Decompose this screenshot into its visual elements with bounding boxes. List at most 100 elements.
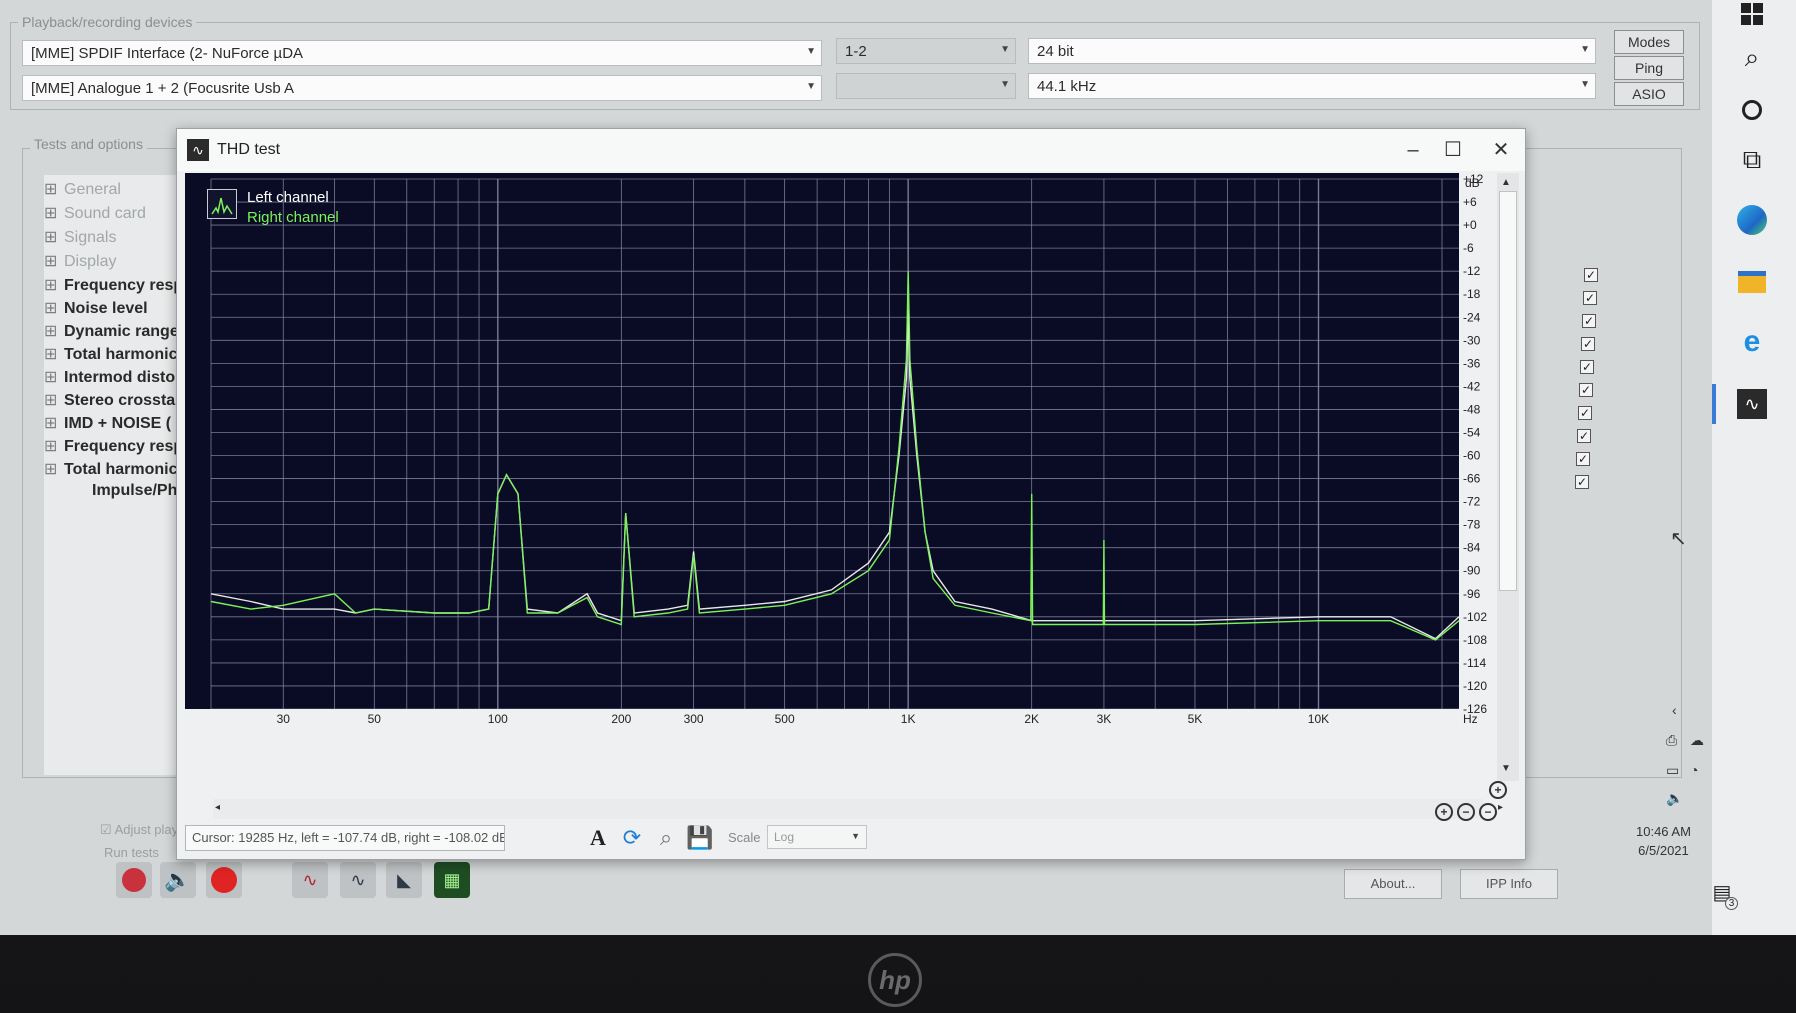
- expand-icon[interactable]: ⊞: [44, 251, 58, 271]
- expand-icon[interactable]: ⊞: [44, 413, 58, 433]
- y-tick-label: -90: [1463, 564, 1481, 578]
- tree-item-noise-level[interactable]: ⊞ Noise level: [44, 298, 148, 318]
- zoom-in-icon[interactable]: +: [1435, 803, 1453, 821]
- channels-select[interactable]: 1-2 ▼: [836, 38, 1016, 64]
- file-explorer-icon[interactable]: [1732, 262, 1772, 302]
- rmaa-app-icon[interactable]: ∿: [1732, 384, 1772, 424]
- compare-icon[interactable]: ◣: [386, 862, 422, 898]
- expand-icon[interactable]: ⊞: [44, 203, 58, 223]
- sample-rate-value: 44.1 kHz: [1037, 78, 1097, 95]
- tree-item-sound-card[interactable]: ⊞ Sound card: [44, 203, 146, 223]
- tree-item-label: Stereo crossta: [64, 392, 176, 409]
- search-icon[interactable]: ⌕: [1732, 38, 1772, 78]
- tree-item-frequency-response-2[interactable]: ⊞ Frequency resp: [44, 436, 183, 456]
- spectrum-plot[interactable]: +12 +6 +0 -6 -12 -18 -24 -30 -36 -42 -48 -54 -60 -66-…: [185, 172, 1495, 781]
- refresh-icon[interactable]: ⟳: [617, 823, 647, 853]
- oscilloscope-icon[interactable]: ∿: [340, 862, 376, 898]
- test-checkbox[interactable]: ✓: [1577, 429, 1591, 443]
- about-button[interactable]: About...: [1344, 869, 1442, 899]
- scroll-down-icon[interactable]: ▼: [1501, 763, 1511, 774]
- volume-icon[interactable]: 🔈: [1666, 790, 1683, 807]
- expand-icon[interactable]: ⊞: [44, 459, 58, 479]
- magnifier-icon[interactable]: ⌕: [651, 823, 681, 853]
- expand-icon[interactable]: ⊞: [44, 275, 58, 295]
- channels-select-2[interactable]: ▼: [836, 73, 1016, 99]
- scroll-up-icon[interactable]: ▲: [1501, 177, 1511, 188]
- test-checkbox[interactable]: ✓: [1578, 406, 1592, 420]
- expand-icon[interactable]: ⊞: [44, 390, 58, 410]
- show-hidden-icons-icon[interactable]: ‹: [1672, 702, 1677, 718]
- notifications-icon[interactable]: ▤ 3: [1702, 872, 1742, 912]
- y-tick-label: -84: [1463, 541, 1481, 555]
- task-view-icon[interactable]: ⧉: [1732, 140, 1772, 180]
- cortana-icon[interactable]: [1732, 90, 1772, 130]
- tree-item-total-harmonic-2[interactable]: ⊞ Total harmonic: [44, 459, 178, 479]
- record-icon[interactable]: [206, 862, 242, 898]
- system-clock[interactable]: 10:46 AM 6/5/2021: [1636, 822, 1691, 860]
- expand-icon[interactable]: ⊞: [44, 298, 58, 318]
- scale-select[interactable]: Log ▼: [767, 825, 867, 849]
- thd-window-titlebar[interactable]: ∿ THD test – ☐ ✕: [177, 129, 1525, 171]
- test-checkbox[interactable]: ✓: [1576, 452, 1590, 466]
- tree-item-imd-noise[interactable]: ⊞ IMD + NOISE (: [44, 413, 171, 433]
- font-icon[interactable]: A: [583, 823, 613, 853]
- horizontal-scrollbar[interactable]: ◂ ▸: [213, 799, 1503, 819]
- expand-icon[interactable]: ⊞: [44, 344, 58, 364]
- battery-icon[interactable]: ▭: [1666, 762, 1679, 779]
- internet-explorer-icon[interactable]: e: [1732, 322, 1772, 362]
- windows-start-icon[interactable]: [1732, 0, 1772, 34]
- asio-button[interactable]: ASIO: [1614, 82, 1684, 106]
- ipp-info-button[interactable]: IPP Info: [1460, 869, 1558, 899]
- spectrum-icon[interactable]: ▦: [434, 862, 470, 898]
- tree-item-frequency-response[interactable]: ⊞ Frequency resp: [44, 275, 183, 295]
- tree-item-dynamic-range[interactable]: ⊞ Dynamic range: [44, 321, 179, 341]
- scroll-right-icon[interactable]: ▸: [1498, 802, 1503, 813]
- x-tick-label: 10K: [1308, 712, 1329, 726]
- expand-icon[interactable]: ⊞: [44, 227, 58, 247]
- playback-device-select[interactable]: [MME] SPDIF Interface (2- NuForce µDA ▼: [22, 40, 822, 66]
- tree-item-general[interactable]: ⊞ General: [44, 179, 121, 199]
- y-tick-label: -54: [1463, 425, 1481, 439]
- test-checkbox[interactable]: ✓: [1580, 360, 1594, 374]
- modes-button[interactable]: Modes: [1614, 30, 1684, 54]
- zoom-out-icon[interactable]: −: [1457, 803, 1475, 821]
- tree-item-stereo-crosstalk[interactable]: ⊞ Stereo crossta: [44, 390, 175, 410]
- tree-item-total-harmonic[interactable]: ⊞ Total harmonic: [44, 344, 178, 364]
- meet-now-icon[interactable]: ⎙: [1666, 732, 1677, 749]
- clock-time: 10:46 AM: [1636, 824, 1691, 839]
- close-button[interactable]: ✕: [1481, 135, 1521, 165]
- scroll-thumb[interactable]: [1499, 191, 1517, 591]
- test-checkbox[interactable]: ✓: [1584, 268, 1598, 282]
- vertical-scrollbar[interactable]: ▲ ▼: [1497, 173, 1519, 781]
- expand-icon[interactable]: ⊞: [44, 367, 58, 387]
- maximize-button[interactable]: ☐: [1433, 135, 1473, 165]
- test-checkbox[interactable]: ✓: [1581, 337, 1595, 351]
- run-playback-record-icon[interactable]: [116, 862, 152, 898]
- test-checkbox[interactable]: ✓: [1582, 314, 1596, 328]
- speaker-icon[interactable]: 🔈: [160, 862, 196, 898]
- zoom-fit-icon[interactable]: +: [1489, 781, 1507, 799]
- recording-device-select[interactable]: [MME] Analogue 1 + 2 (Focusrite Usb A ▼: [22, 75, 822, 101]
- sample-rate-select[interactable]: 44.1 kHz ▼: [1028, 73, 1596, 99]
- tree-item-signals[interactable]: ⊞ Signals: [44, 227, 116, 247]
- waveform-analysis-icon[interactable]: ∿: [292, 862, 328, 898]
- chevron-down-icon: ▼: [1000, 79, 1010, 90]
- expand-icon[interactable]: ⊞: [44, 436, 58, 456]
- wifi-icon[interactable]: ◔: [1690, 762, 1698, 778]
- bit-depth-select[interactable]: 24 bit ▼: [1028, 38, 1596, 64]
- tree-item-intermod-distortion[interactable]: ⊞ Intermod disto: [44, 367, 175, 387]
- scroll-left-icon[interactable]: ◂: [215, 802, 220, 813]
- minimize-button[interactable]: –: [1393, 135, 1433, 165]
- expand-icon[interactable]: ⊞: [44, 179, 58, 199]
- edge-browser-icon[interactable]: [1732, 200, 1772, 240]
- test-checkbox[interactable]: ✓: [1575, 475, 1589, 489]
- test-checkbox[interactable]: ✓: [1579, 383, 1593, 397]
- test-checkbox[interactable]: ✓: [1583, 291, 1597, 305]
- tree-item-display[interactable]: ⊞ Display: [44, 251, 116, 271]
- legend-toggle-icon[interactable]: [207, 189, 237, 219]
- expand-icon[interactable]: ⊞: [44, 321, 58, 341]
- zoom-reset-icon[interactable]: −: [1479, 803, 1497, 821]
- ping-button[interactable]: Ping: [1614, 56, 1684, 80]
- onedrive-icon[interactable]: ☁: [1690, 732, 1704, 749]
- save-icon[interactable]: 💾: [685, 823, 715, 853]
